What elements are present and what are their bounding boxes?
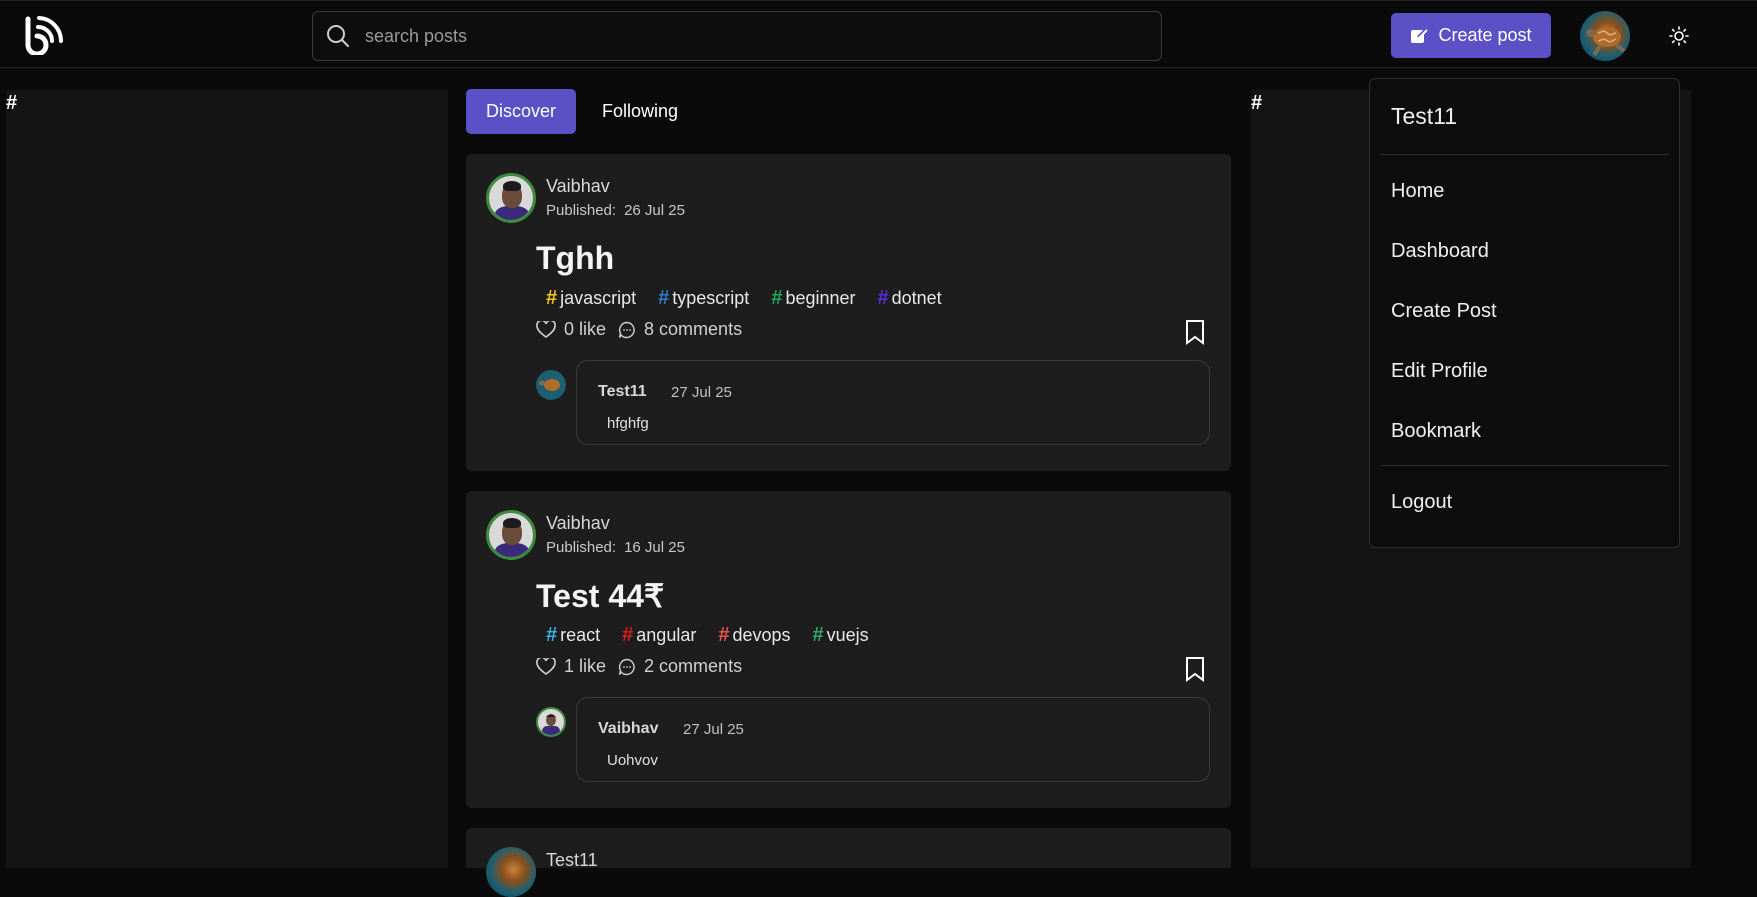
author-name[interactable]: Vaibhav <box>546 513 610 534</box>
tag-typescript[interactable]: # typescript <box>658 287 749 310</box>
tag-devops[interactable]: # devops <box>718 624 790 647</box>
tag-react[interactable]: # react <box>546 624 600 647</box>
menu-item-create-post[interactable]: Create Post <box>1391 300 1497 323</box>
comment-icon[interactable] <box>618 658 636 676</box>
tag-beginner[interactable]: # beginner <box>771 287 855 310</box>
tab-discover[interactable]: Discover <box>466 89 577 134</box>
published-date: Published: 16 Jul 25 <box>546 539 685 556</box>
post-stats: 0 like 8 comments <box>536 319 742 340</box>
post-card[interactable]: Vaibhav Published: 16 Jul 25 Test 44₹ # re… <box>466 491 1231 808</box>
heart-icon[interactable] <box>536 657 556 676</box>
menu-item-bookmark[interactable]: Bookmark <box>1391 420 1481 443</box>
comment-count[interactable]: 2 comments <box>644 656 742 677</box>
search-icon <box>327 25 349 47</box>
search-input[interactable] <box>365 25 1125 47</box>
post-card[interactable]: Test11 <box>466 828 1231 897</box>
bookmark-icon[interactable] <box>1184 319 1206 345</box>
comment-icon[interactable] <box>618 321 636 339</box>
comment-author[interactable]: Vaibhav <box>598 720 658 738</box>
create-post-label: Create post <box>1438 25 1532 45</box>
search-bar[interactable] <box>312 11 1162 61</box>
user-dropdown-menu: Test11 Home Dashboard Create Post Edit P… <box>1369 78 1680 548</box>
right-panel-hash: # <box>1251 92 1263 114</box>
top-navbar: Create post <box>0 0 1757 68</box>
post-stats: 1 like 2 comments <box>536 656 742 677</box>
bookmark-icon[interactable] <box>1184 656 1206 682</box>
comment-date: 27 Jul 25 <box>671 384 732 401</box>
menu-divider <box>1381 465 1669 466</box>
tag-dotnet[interactable]: # dotnet <box>878 287 942 310</box>
post-title[interactable]: Tghh <box>536 240 614 277</box>
comment-box: Vaibhav 27 Jul 25 Uohvov <box>576 697 1210 782</box>
like-count: 1 like <box>564 656 607 676</box>
turtle-avatar-image <box>1586 27 1626 57</box>
feed-tabs: Discover Following <box>466 89 698 134</box>
create-post-button[interactable]: Create post <box>1391 13 1551 58</box>
tag-vuejs[interactable]: # vuejs <box>813 624 869 647</box>
published-date: Published: 26 Jul 25 <box>546 202 685 219</box>
tag-javascript[interactable]: # javascript <box>546 287 636 310</box>
comment-text: hfghfg <box>607 415 649 432</box>
menu-item-edit-profile[interactable]: Edit Profile <box>1391 360 1488 383</box>
comment-author[interactable]: Test11 <box>598 383 647 401</box>
comment-date: 27 Jul 25 <box>683 721 744 738</box>
author-avatar[interactable] <box>486 173 536 223</box>
menu-item-dashboard[interactable]: Dashboard <box>1391 240 1489 263</box>
sun-icon[interactable] <box>1669 26 1689 46</box>
comment-text: Uohvov <box>607 752 658 769</box>
comment-box: Test11 27 Jul 25 hfghfg <box>576 360 1210 445</box>
menu-item-home[interactable]: Home <box>1391 180 1444 203</box>
tab-following[interactable]: Following <box>582 89 698 134</box>
user-avatar[interactable] <box>1580 11 1630 61</box>
post-tags: # react # angular # devops # vuejs <box>546 624 869 647</box>
tag-angular[interactable]: # angular <box>622 624 696 647</box>
menu-item-logout[interactable]: Logout <box>1391 491 1452 514</box>
post-card[interactable]: Vaibhav Published: 26 Jul 25 Tghh # javasc… <box>466 154 1231 471</box>
comment-count[interactable]: 8 comments <box>644 319 742 340</box>
menu-divider <box>1381 154 1669 155</box>
commenter-avatar[interactable] <box>536 707 566 737</box>
heart-icon[interactable] <box>536 320 556 339</box>
logo-icon[interactable] <box>22 15 64 57</box>
author-avatar[interactable] <box>486 510 536 560</box>
commenter-avatar[interactable] <box>536 370 566 400</box>
post-tags: # javascript # typescript # beginner # dotne… <box>546 287 942 310</box>
like-count: 0 like <box>564 319 607 339</box>
author-name[interactable]: Vaibhav <box>546 176 610 197</box>
author-avatar[interactable] <box>486 847 536 897</box>
left-panel-hash: # <box>6 92 18 114</box>
menu-username: Test11 <box>1391 103 1458 129</box>
left-sidebar: # <box>6 90 448 868</box>
edit-icon <box>1411 27 1429 43</box>
post-title[interactable]: Test 44₹ <box>536 577 664 615</box>
